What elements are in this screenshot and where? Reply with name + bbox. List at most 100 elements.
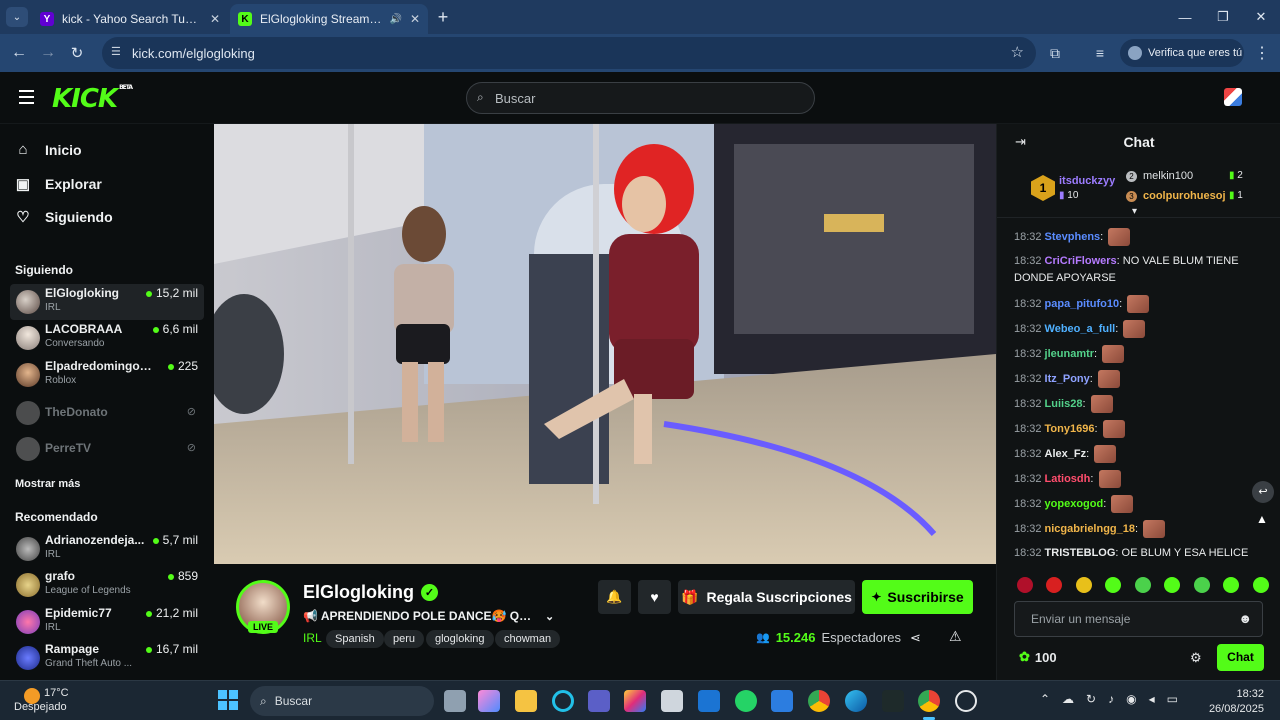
message-username[interactable]: CriCriFlowers [1045, 255, 1117, 267]
video-player[interactable] [214, 124, 996, 564]
message-username[interactable]: jleunamtr [1045, 348, 1095, 360]
sidebar-recommended-epidemic77[interactable]: Epidemic77 IRL 21,2 mil [10, 604, 204, 640]
photos-icon[interactable] [624, 690, 646, 712]
kick-logo[interactable]: KICK BETA [52, 84, 133, 114]
minimize-button[interactable]: — [1166, 0, 1204, 34]
emoji-picker-icon[interactable]: ☻ [1238, 602, 1252, 636]
bookmark-star-icon[interactable]: ☆ [1011, 43, 1024, 61]
teams-icon[interactable] [588, 690, 610, 712]
sidebar-channel-thedonato[interactable]: TheDonato ⊘ [10, 395, 204, 431]
rank-2-name[interactable]: melkin100 [1143, 170, 1193, 182]
emote-icon[interactable] [1164, 577, 1181, 593]
channel-points[interactable]: ✿ 100 [1019, 649, 1057, 665]
back-button[interactable]: ← [5, 39, 33, 67]
report-icon[interactable]: ⚠ [949, 628, 962, 645]
emote-icon[interactable] [1075, 577, 1092, 593]
browser-tab-kick[interactable]: K ElGlogloking Stream - Watch 🔊 ✕ [230, 4, 428, 34]
taskbar-time[interactable]: 18:32 [1230, 688, 1264, 700]
hamburger-menu-icon[interactable] [19, 90, 34, 104]
message-username[interactable]: Alex_Fz [1045, 448, 1087, 460]
verify-profile-button[interactable]: Verifica que eres tú [1120, 39, 1244, 67]
emote-icon[interactable] [1046, 577, 1063, 593]
nav-following[interactable]: ♡ Siguiendo [15, 208, 112, 226]
tag-spanish[interactable]: Spanish [326, 630, 384, 648]
share-icon[interactable]: ⋖ [910, 630, 921, 646]
speaker-icon[interactable]: 🔊 [389, 14, 401, 25]
copilot-icon[interactable] [478, 690, 500, 712]
site-info-icon[interactable]: ☰ [111, 45, 121, 58]
tab-search-button[interactable]: ⌄ [6, 7, 28, 27]
search-input[interactable]: ⌕ Buscar [466, 82, 815, 114]
sidebar-recommended-rampage[interactable]: Rampage Grand Theft Auto ... 16,7 mil [10, 640, 204, 676]
chat-settings-icon[interactable]: ⚙ [1190, 650, 1202, 666]
user-avatar[interactable] [1224, 88, 1242, 106]
browser-menu-icon[interactable]: ⋮ [1248, 39, 1276, 67]
sidebar-recommended-grafo[interactable]: grafo League of Legends 859 [10, 567, 204, 603]
forward-button[interactable]: → [34, 39, 62, 67]
emote-icon[interactable] [1134, 577, 1151, 593]
close-tab-icon[interactable]: ✕ [210, 12, 220, 26]
scroll-to-latest-button[interactable]: ↩ [1252, 481, 1274, 503]
sidebar-channel-perretv[interactable]: PerreTV ⊘ [10, 431, 204, 467]
app-notification-icon[interactable] [955, 690, 977, 712]
new-tab-button[interactable]: + [432, 6, 454, 28]
sidebar-channel-lacobraaa[interactable]: LACOBRAAA Conversando 6,6 mil [10, 320, 204, 356]
whatsapp-icon[interactable] [735, 690, 757, 712]
message-username[interactable]: Itz_Pony [1045, 373, 1090, 385]
emote-icon[interactable] [1223, 577, 1240, 593]
chrome-icon[interactable] [808, 690, 830, 712]
rank-3-name[interactable]: coolpurohuesoj [1143, 190, 1226, 202]
terminal-icon[interactable] [882, 690, 904, 712]
chat-message-input[interactable]: Enviar un mensaje ☻ [1014, 601, 1263, 637]
emote-icon[interactable] [1017, 577, 1033, 593]
channel-name[interactable]: ElGlogloking [303, 582, 414, 603]
media-control-icon[interactable]: ≡ [1086, 39, 1114, 67]
windows-start-icon[interactable] [218, 690, 238, 710]
sidebar-channel-elglogloking[interactable]: ElGlogloking IRL 15,2 mil [10, 284, 204, 320]
taskbar-date[interactable]: 26/08/2025 [1206, 703, 1264, 715]
tag-chowman[interactable]: chowman [495, 630, 561, 648]
emote-icon[interactable] [1193, 577, 1210, 593]
emote-icon[interactable] [1252, 577, 1269, 593]
message-username[interactable]: nicgabrielngg_18 [1045, 523, 1135, 535]
system-tray[interactable]: ⌃☁↻♪◉◂▭ [1040, 692, 1190, 706]
cortana-icon[interactable] [552, 690, 574, 712]
expand-leaderboard-icon[interactable]: ▾ [1132, 206, 1137, 217]
edge-icon[interactable] [845, 690, 867, 712]
store-icon[interactable] [661, 690, 683, 712]
extensions-icon[interactable]: ⧉ [1041, 39, 1069, 67]
close-tab-icon[interactable]: ✕ [410, 12, 420, 26]
nav-browse[interactable]: ▣ Explorar [15, 175, 102, 193]
message-username[interactable]: Luiis28 [1045, 398, 1083, 410]
task-view-icon[interactable] [444, 690, 466, 712]
taskbar-search[interactable]: ⌕ Buscar [250, 686, 434, 716]
subscribe-button[interactable]: ✦ Suscribirse [862, 580, 973, 614]
weather-widget[interactable]: 17°C Despejado [14, 686, 124, 716]
file-explorer-icon[interactable] [515, 690, 537, 712]
message-username[interactable]: Latiosdh [1045, 473, 1091, 485]
address-bar[interactable]: ☰ kick.com/elglogloking ☆ [102, 37, 1036, 69]
maximize-button[interactable]: ❐ [1204, 0, 1242, 34]
tag-glogloking[interactable]: glogloking [426, 630, 494, 648]
app-icon[interactable] [771, 690, 793, 712]
notifications-button[interactable]: 🔔 [598, 580, 631, 614]
message-username[interactable]: Stevphens [1045, 231, 1101, 243]
browser-tab-yahoo[interactable]: Y kick - Yahoo Search Tus resultados ✕ [32, 4, 228, 34]
outlook-icon[interactable] [698, 690, 720, 712]
stream-category[interactable]: IRL [303, 631, 322, 645]
message-username[interactable]: yopexogod [1045, 498, 1104, 510]
message-username[interactable]: Webeo_a_full [1045, 323, 1116, 335]
follow-heart-button[interactable]: ♥ [638, 580, 671, 614]
chat-send-button[interactable]: Chat [1217, 644, 1264, 671]
chrome-active-icon[interactable] [918, 690, 940, 712]
chevron-down-icon[interactable]: ⌄ [545, 610, 554, 623]
message-username[interactable]: papa_pitufo10 [1045, 298, 1120, 310]
sidebar-recommended-adrianozendeja[interactable]: Adrianozendeja... IRL 5,7 mil [10, 531, 204, 567]
sidebar-channel-elpadredomingo[interactable]: ElpadredomingoOf... Roblox 225 [10, 357, 204, 393]
reload-button[interactable]: ↻ [63, 39, 91, 67]
close-window-button[interactable]: ✕ [1242, 0, 1280, 34]
message-username[interactable]: Tony1696 [1045, 423, 1095, 435]
message-username[interactable]: TRISTEBLOG [1045, 547, 1116, 559]
emote-icon[interactable] [1105, 577, 1122, 593]
gift-subs-button[interactable]: 🎁 Regala Suscripciones [678, 580, 855, 614]
